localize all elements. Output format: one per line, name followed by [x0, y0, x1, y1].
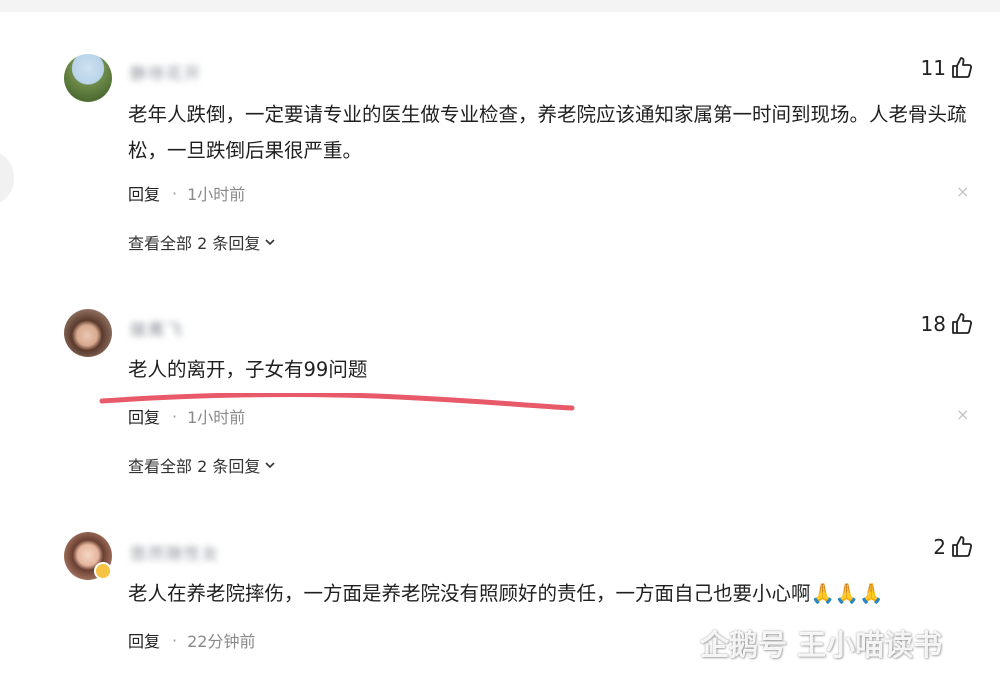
- top-bar: [0, 0, 1000, 12]
- reply-button[interactable]: 回复: [128, 628, 160, 652]
- view-all-replies-label: 查看全部 2 条回复: [128, 457, 261, 476]
- chevron-down-icon: [265, 239, 275, 246]
- view-all-replies-label: 查看全部 2 条回复: [128, 234, 261, 253]
- timestamp: 1小时前: [187, 185, 246, 204]
- comment-text: 老人在养老院摔伤，一方面是养老院没有照顾好的责任，一方面自己也要小心啊🙏🙏🙏: [128, 582, 884, 605]
- verified-badge: [94, 562, 112, 580]
- like-count: 11: [920, 56, 946, 80]
- like-count: 18: [920, 312, 946, 336]
- like-button[interactable]: 18: [921, 312, 974, 336]
- watermark-text: 企鹅号 王小喵读书: [700, 628, 943, 662]
- penguin-logo-icon: [653, 626, 685, 664]
- reply-button[interactable]: 回复: [128, 181, 160, 205]
- username[interactable]: 静待花开: [130, 60, 202, 83]
- close-icon[interactable]: ×: [956, 182, 969, 201]
- avatar[interactable]: [64, 309, 112, 357]
- separator-dot: ·: [172, 630, 178, 650]
- timestamp: 1小时前: [187, 408, 246, 427]
- like-button[interactable]: 2: [933, 535, 974, 559]
- avatar[interactable]: [64, 54, 112, 102]
- comment-meta: 回复 · 1小时前: [128, 404, 245, 428]
- timestamp: 22分钟前: [187, 632, 256, 651]
- username[interactable]: 雄鹰飞: [130, 316, 184, 339]
- thumbs-up-icon: [952, 313, 973, 334]
- like-count: 2: [933, 535, 946, 559]
- view-all-replies-button[interactable]: 查看全部 2 条回复: [128, 453, 277, 477]
- reply-button[interactable]: 回复: [128, 404, 160, 428]
- side-scroll-tab[interactable]: [0, 150, 14, 206]
- separator-dot: ·: [172, 183, 178, 203]
- chevron-down-icon: [265, 462, 275, 469]
- view-all-replies-button[interactable]: 查看全部 2 条回复: [128, 230, 277, 254]
- thumbs-up-icon: [952, 536, 973, 557]
- thumbs-up-icon: [952, 57, 973, 78]
- close-icon[interactable]: ×: [956, 405, 969, 424]
- comment-text: 老年人跌倒，一定要请专业的医生做专业检查，养老院应该通知家属第一时间到现场。人老…: [128, 103, 967, 162]
- comment-meta: 回复 · 22分钟前: [128, 628, 255, 652]
- username[interactable]: 悠然随性女: [130, 540, 220, 563]
- separator-dot: ·: [172, 406, 178, 426]
- like-button[interactable]: 11: [921, 56, 974, 80]
- comment-meta: 回复 · 1小时前: [128, 181, 245, 205]
- watermark: 企鹅号 王小喵读书: [648, 622, 942, 664]
- comment-text: 老人的离开，子女有99问题: [128, 358, 368, 381]
